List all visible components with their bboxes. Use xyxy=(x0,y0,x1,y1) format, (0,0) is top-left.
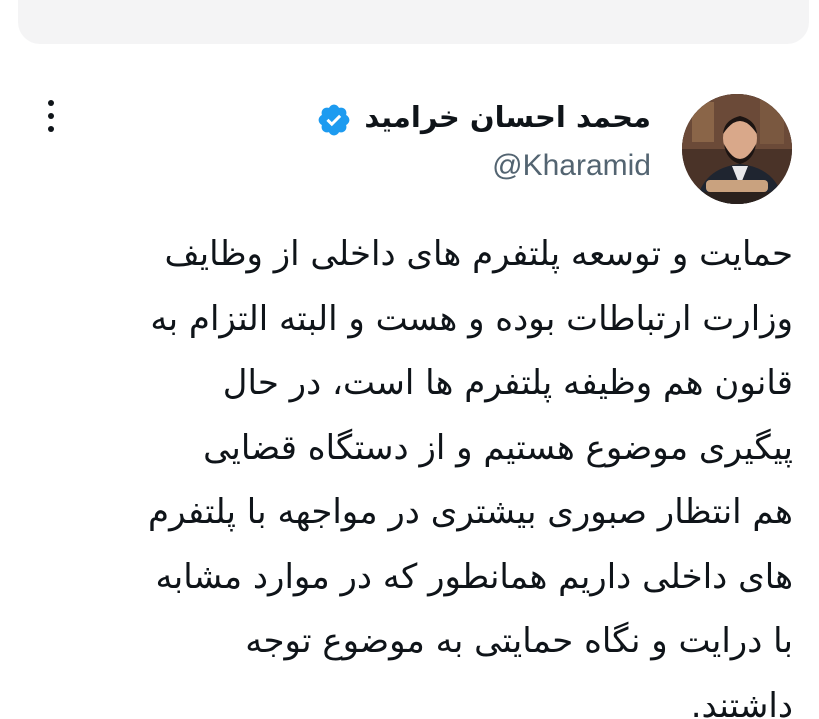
tweet-text: حمایت و توسعه پلتفرم های داخلی از وظایف … xyxy=(40,222,793,719)
more-options-button[interactable] xyxy=(34,96,68,136)
tweet-text-line: وزارت ارتباطات بوده و هست و البته التزام… xyxy=(150,298,793,339)
previous-card-edge xyxy=(18,0,809,44)
more-vertical-icon-dot xyxy=(48,113,54,119)
verified-badge-icon xyxy=(318,104,350,136)
tweet-text-line: داشتند. xyxy=(690,685,793,719)
more-vertical-icon-dot xyxy=(48,100,54,106)
author-display-name[interactable]: محمد احسان خرامید xyxy=(364,97,651,137)
tweet-screenshot: محمد احسان خرامید @Kharamid حمایت و توسع… xyxy=(0,0,819,719)
tweet-text-line: هم انتظار صبوری بیشتری در مواجهه با پلتف… xyxy=(148,492,793,532)
tweet-text-line: با درایت و نگاه حمایتی به موضوع توجه xyxy=(245,621,793,661)
tweet-text-line: حمایت و توسعه پلتفرم های داخلی از وظایف xyxy=(164,234,793,274)
author-handle[interactable]: @Kharamid xyxy=(492,146,651,186)
tweet-text-line: پیگیری موضوع هستیم و از دستگاه قضایی xyxy=(203,427,793,468)
more-vertical-icon-dot xyxy=(48,126,54,132)
tweet-text-line: های داخلی داریم همانطور که در موارد مشاب… xyxy=(155,556,793,597)
profile-photo-icon xyxy=(682,94,792,204)
avatar[interactable] xyxy=(682,94,792,204)
tweet-text-line: قانون هم وظیفه پلتفرم ها است، در حال xyxy=(222,363,793,403)
